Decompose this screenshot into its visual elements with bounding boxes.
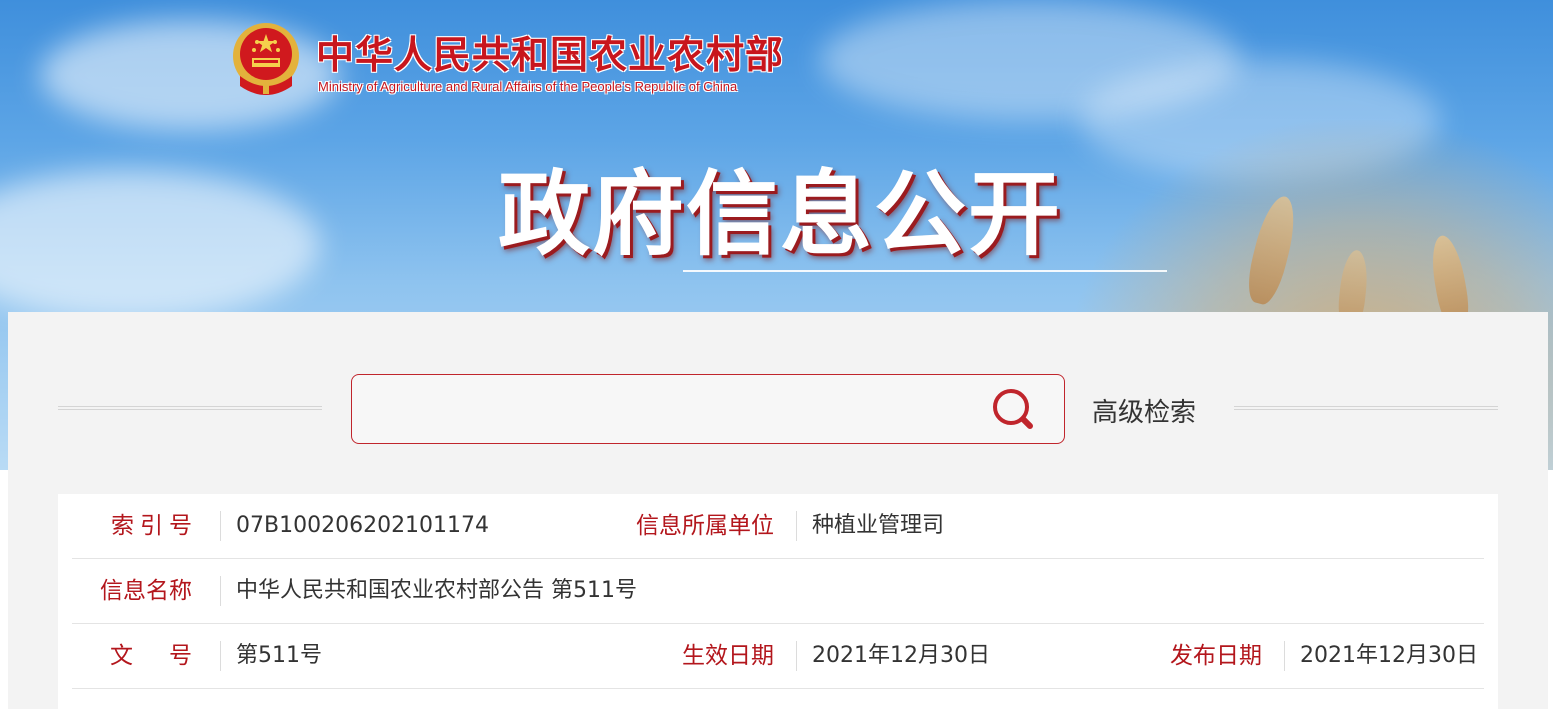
metadata-row: 信息名称 中华人民共和国农业农村部公告 第511号 xyxy=(72,559,1484,624)
ministry-name-cn: 中华人民共和国农业农村部 xyxy=(316,32,785,77)
document-number-label: 文号 xyxy=(110,643,228,669)
document-number-value: 第511号 xyxy=(220,624,520,688)
cloud-decoration xyxy=(0,170,320,320)
index-number-value: 07B100206202101174 xyxy=(220,494,580,558)
effective-date-value: 2021年12月30日 xyxy=(796,624,1096,688)
owning-unit-value: 种植业管理司 xyxy=(796,494,1196,558)
national-emblem-icon xyxy=(233,23,299,95)
metadata-table: 索引号 07B100206202101174 信息所属单位 种植业管理司 信息名… xyxy=(58,494,1498,709)
metadata-row: 文号 第511号 生效日期 2021年12月30日 发布日期 2021年12月3… xyxy=(72,624,1484,689)
index-number-label: 索引号 xyxy=(111,513,198,539)
decorative-divider-right xyxy=(1234,406,1498,410)
metadata-row: 索引号 07B100206202101174 信息所属单位 种植业管理司 xyxy=(72,494,1484,559)
publish-date-label: 发布日期 xyxy=(1170,643,1262,669)
owning-unit-label: 信息所属单位 xyxy=(636,513,774,539)
hero-underline xyxy=(683,270,1167,272)
ministry-name-en: Ministry of Agriculture and Rural Affair… xyxy=(318,79,738,94)
search-row: 高级检索 xyxy=(8,312,1548,492)
advanced-search-link[interactable]: 高级检索 xyxy=(1092,392,1196,429)
search-box xyxy=(351,374,1065,444)
search-icon[interactable] xyxy=(988,385,1038,435)
search-input[interactable] xyxy=(366,389,970,431)
effective-date-label: 生效日期 xyxy=(682,643,774,669)
publish-date-value: 2021年12月30日 xyxy=(1284,624,1484,688)
decorative-divider-left xyxy=(58,406,322,410)
hero-title: 政府信息公开 xyxy=(497,161,1062,268)
info-name-label: 信息名称 xyxy=(100,578,192,604)
info-name-value: 中华人民共和国农业农村部公告 第511号 xyxy=(220,559,1120,623)
main-panel: 高级检索 索引号 07B100206202101174 信息所属单位 种植业管理… xyxy=(8,312,1548,709)
